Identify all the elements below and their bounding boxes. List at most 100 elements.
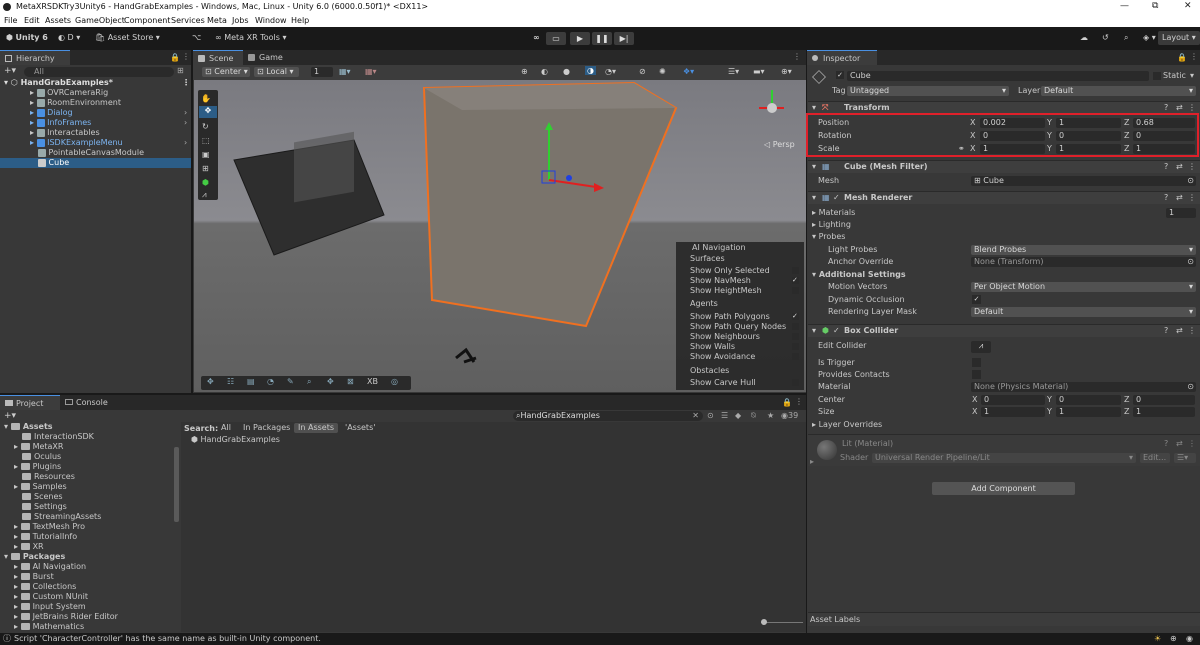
expand-arrow-icon[interactable]: › <box>184 118 187 128</box>
motion-vectors-dropdown[interactable]: Per Object Motion ▾ <box>971 282 1196 292</box>
meta-tools-button[interactable]: ∞ Meta XR Tools ▾ <box>215 31 286 45</box>
asset-labels-section[interactable]: Asset Labels <box>808 612 1200 626</box>
scene-visibility-icon[interactable]: ⊞ <box>177 66 184 75</box>
object-picker-icon[interactable]: ⊙ <box>1187 382 1194 392</box>
show-path-polygons-checkbox[interactable]: ✓ <box>792 313 799 320</box>
unity-version-button[interactable]: ⬢ Unity 6 <box>6 31 48 45</box>
play-button[interactable]: ▶ <box>570 32 590 45</box>
hierarchy-item-roomenvironment[interactable]: ▸ RoomEnvironment <box>0 98 191 108</box>
expand-arrow-icon[interactable]: › <box>184 108 187 118</box>
pause-button[interactable]: ❚❚ <box>592 32 612 45</box>
tree-item[interactable]: Resources <box>22 472 75 482</box>
zoom-slider-handle[interactable] <box>761 619 767 625</box>
scale-tool-icon[interactable]: ⬚ <box>202 136 210 145</box>
preset-icon[interactable]: ⇄ <box>1176 439 1183 448</box>
light-probes-dropdown[interactable]: Blend Probes ▾ <box>971 245 1196 255</box>
add-component-button[interactable]: Add Component <box>932 482 1075 495</box>
hierarchy-item-dialog[interactable]: ▸ Dialog › <box>0 108 191 118</box>
menu-gameobject[interactable]: GameObject <box>75 16 125 25</box>
custom-tool-icon[interactable]: ⬢ <box>202 178 209 187</box>
center-y-field[interactable]: 0 <box>1056 395 1121 405</box>
object-picker-icon[interactable]: ⊙ <box>1187 257 1194 267</box>
enabled-checkbox[interactable]: ✓ <box>833 192 840 204</box>
rotation-y-field[interactable]: 0 <box>1056 131 1121 141</box>
version-control-icon[interactable]: ⌥ <box>192 31 201 45</box>
search-icon[interactable]: ⌕ <box>1124 31 1128 45</box>
scale-x-field[interactable]: 1 <box>980 144 1045 154</box>
move-tool-icon[interactable]: ✥ <box>199 106 217 118</box>
component-menu-icon[interactable]: ⋮ <box>1188 192 1196 204</box>
filter-type-icon[interactable]: ☰ <box>721 411 728 420</box>
constrain-proportions-icon[interactable]: ⚭ <box>958 143 965 155</box>
root-menu-icon[interactable]: ⋮ <box>182 78 190 88</box>
menu-meta[interactable]: Meta <box>207 16 227 25</box>
compass-icon[interactable]: ◎ <box>391 377 398 386</box>
rect-tool-icon[interactable]: ▣ <box>202 150 210 159</box>
static-dropdown-icon[interactable]: ▾ <box>1190 71 1194 80</box>
status-message[interactable]: Script 'CharacterController' has the sam… <box>14 633 321 645</box>
tree-assets[interactable]: ▾ Assets <box>4 422 53 432</box>
filter-in-assets[interactable]: In Assets <box>294 423 339 433</box>
expand-arrow-icon[interactable]: › <box>184 138 187 148</box>
camera-icon[interactable]: ▬▾ <box>753 67 765 76</box>
show-navmesh-checkbox[interactable]: ✓ <box>792 277 799 284</box>
tree-item[interactable]: ▸ Custom NUnit <box>14 592 88 602</box>
paint-icon[interactable]: ▤ <box>247 377 255 386</box>
hierarchy-item-isdkexamplemenu[interactable]: ▸ ISDKExampleMenu › <box>0 138 191 148</box>
tree-item[interactable]: ▸ TutorialInfo <box>14 532 77 542</box>
tree-item[interactable]: ▸ Collections <box>14 582 76 592</box>
tab-project[interactable]: Project <box>0 395 60 410</box>
scene-menu-icon[interactable]: ⋮ <box>793 52 801 61</box>
tab-inspector[interactable]: Inspector <box>807 50 877 65</box>
device-sim-button[interactable]: ▭ <box>546 32 566 45</box>
menu-help[interactable]: Help <box>291 16 309 25</box>
menu-component[interactable]: Component <box>124 16 170 25</box>
lit-shaded-icon[interactable]: ◑ <box>585 66 596 75</box>
tree-item[interactable]: ▸ JetBrains Rider Editor <box>14 612 118 622</box>
preset-icon[interactable]: ⇄ <box>1176 325 1183 337</box>
menu-file[interactable]: File <box>4 16 17 25</box>
filter-all[interactable]: All <box>217 423 235 433</box>
shader-options-dropdown[interactable]: ☰▾ <box>1174 453 1196 463</box>
physics-material-field[interactable]: None (Physics Material) ⊙ <box>971 382 1196 392</box>
rendering-layer-mask-dropdown[interactable]: Default ▾ <box>971 307 1196 317</box>
hand-tool-icon[interactable]: ✋ <box>201 94 211 103</box>
mesh-renderer-header[interactable]: ▾ ▦ ✓ Mesh Renderer ? ⇄ ⋮ <box>808 191 1200 204</box>
wireframe-icon[interactable]: ◐ <box>541 67 548 76</box>
sphere-icon[interactable]: ◔ <box>267 377 274 386</box>
label-filter-icon[interactable]: ◆ <box>735 411 741 420</box>
effects-icon[interactable]: ❖▾ <box>683 67 694 76</box>
inspector-menu-icon[interactable]: ⋮ <box>1190 52 1198 61</box>
tree-item[interactable]: ▸ Input System <box>14 602 86 612</box>
tag-dropdown[interactable]: Untagged ▾ <box>847 86 1009 96</box>
provides-contacts-checkbox[interactable] <box>972 370 981 379</box>
component-menu-icon[interactable]: ⋮ <box>1188 161 1196 173</box>
menu-window[interactable]: Window <box>255 16 287 25</box>
project-lock-icon[interactable]: 🔒 <box>782 398 792 407</box>
search-type-icon[interactable]: ⊙ <box>707 411 714 420</box>
tree-item[interactable]: ▸ Burst <box>14 572 54 582</box>
gizmos-icon[interactable]: ⊕▾ <box>781 67 792 76</box>
activity-icon[interactable]: ◉ <box>1186 633 1193 645</box>
foldout-arrow-icon[interactable]: ▸ <box>810 457 814 466</box>
xb-button[interactable]: XB <box>367 377 378 386</box>
show-only-selected-checkbox[interactable] <box>792 267 799 274</box>
space-dropdown[interactable]: ⊡ Local ▾ <box>254 67 299 77</box>
size-x-field[interactable]: 1 <box>981 407 1045 417</box>
tree-scrollbar[interactable] <box>174 447 179 522</box>
lock-icon[interactable]: 🔒 <box>170 53 180 62</box>
tree-item[interactable]: Scenes <box>22 492 63 502</box>
layers-toggle-icon[interactable]: ☰▾ <box>728 67 739 76</box>
menu-jobs[interactable]: Jobs <box>232 16 249 25</box>
anchor-override-field[interactable]: None (Transform) ⊙ <box>971 257 1196 267</box>
shader-dropdown[interactable]: Universal Render Pipeline/Lit ▾ <box>872 453 1136 463</box>
show-carve-hull-checkbox[interactable] <box>792 379 799 386</box>
cloud-icon[interactable]: ☁ <box>1080 31 1088 45</box>
hierarchy-item-interactables[interactable]: ▸ Interactables <box>0 128 191 138</box>
step-button[interactable]: ▶| <box>614 32 634 45</box>
materials-foldout[interactable]: ▸ Materials <box>812 207 855 219</box>
render-mode-icon[interactable]: ◔▾ <box>605 67 616 76</box>
is-trigger-checkbox[interactable] <box>972 358 981 367</box>
clear-search-icon[interactable]: ✕ <box>692 411 699 421</box>
tree-item[interactable]: ▸ Plugins <box>14 462 61 472</box>
